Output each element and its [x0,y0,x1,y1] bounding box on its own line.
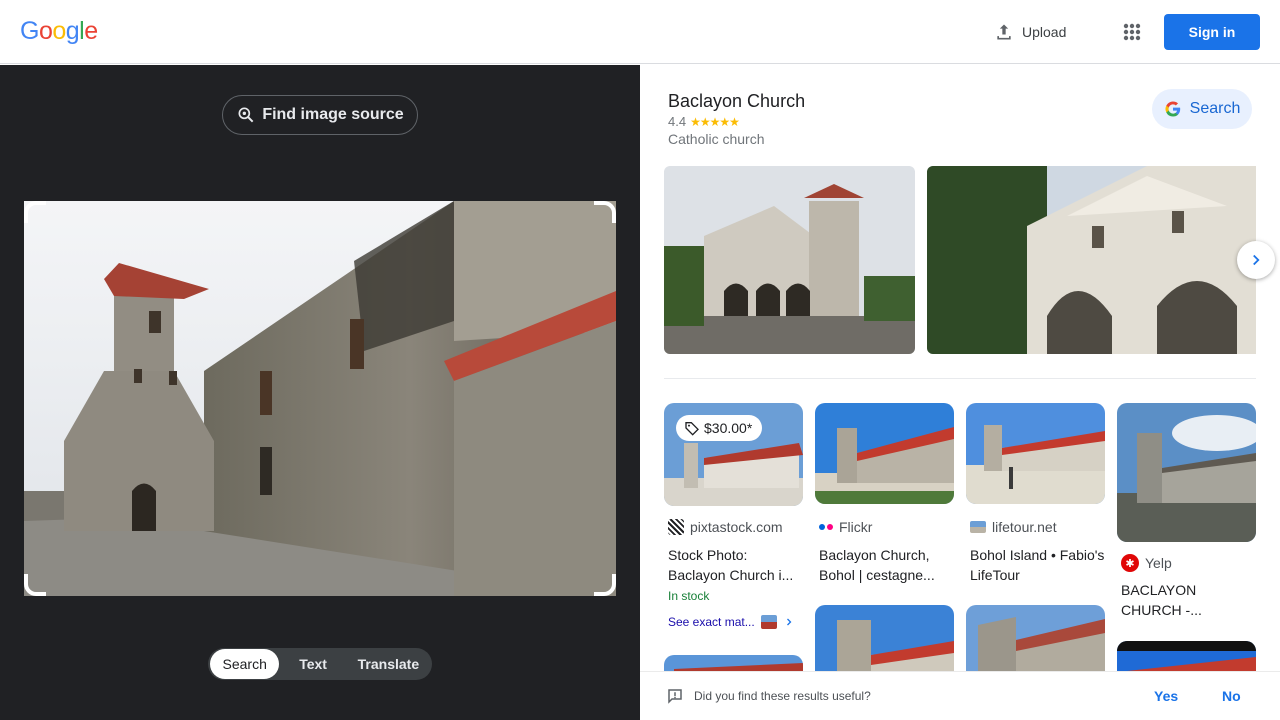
chevron-right-icon [786,618,792,626]
logo-letter: g [65,17,80,45]
logo-letter: o [52,17,66,45]
upload-button[interactable]: Upload [994,20,1066,44]
top-bar: Google Upload Sign in [0,0,1280,64]
tag-icon [685,422,699,436]
lifetour-favicon-icon [970,521,986,533]
result-source-label: lifetour.net [992,519,1057,535]
exact-match-label: See exact mat... [668,615,755,629]
crop-handle-top-right[interactable] [594,201,616,223]
google-search-label: Search [1189,100,1241,117]
crop-handle-top-left[interactable] [24,201,46,223]
entity-image[interactable] [927,166,1256,354]
yelp-favicon-icon: ✱ [1121,554,1139,572]
result-source-label: Yelp [1145,555,1172,571]
result-thumbnail[interactable] [966,403,1105,504]
query-image[interactable] [24,201,616,596]
logo-letter: e [84,17,98,45]
result-thumbnail[interactable] [1117,403,1256,542]
chevron-right-icon [1253,254,1260,266]
result-card[interactable]: lifetour.net Bohol Island • Fabio's Life… [966,403,1105,603]
exact-match-thumbnail-icon [760,615,777,629]
google-g-icon [1165,101,1180,117]
result-thumbnail[interactable]: $30.00* [664,403,803,506]
result-source[interactable]: Flickr [819,519,872,535]
next-images-button[interactable] [1237,241,1275,279]
feedback-icon [668,689,682,704]
result-card[interactable]: $30.00* pixtastock.com Stock Photo: Bacl… [664,403,803,633]
mode-switcher: Search Text Translate [208,648,432,680]
pixtastock-favicon-icon [668,519,684,535]
result-card[interactable]: Flickr Baclayon Church, Bohol | cestagne… [815,403,954,603]
query-image-panel: Find image source Search Text Translate [0,65,640,720]
crop-handle-bottom-left[interactable] [24,574,46,596]
see-exact-matches-link[interactable]: See exact mat... [668,615,795,629]
entity-subtitle: Catholic church [668,131,765,147]
tab-search[interactable]: Search [210,649,280,679]
feedback-no-button[interactable]: No [1222,688,1241,704]
flickr-favicon-icon [819,524,833,530]
entity-rating: 4.4 ★★★★★ [668,114,740,129]
sign-in-button[interactable]: Sign in [1164,14,1260,50]
result-thumbnail[interactable] [815,403,954,504]
result-title[interactable]: Stock Photo: Baclayon Church i... [668,545,803,585]
result-title[interactable]: Baclayon Church, Bohol | cestagne... [819,545,954,585]
price-value: $30.00* [704,420,753,436]
upload-icon [997,24,1011,40]
result-title[interactable]: BACLAYON CHURCH -... [1121,580,1256,620]
divider [664,378,1256,379]
find-image-source-label: Find image source [262,106,404,123]
result-source[interactable]: pixtastock.com [668,519,783,535]
lens-search-icon [238,107,254,123]
tab-translate[interactable]: Translate [347,649,430,679]
result-source[interactable]: lifetour.net [970,519,1057,535]
feedback-question: Did you find these results useful? [694,689,871,703]
result-source-label: pixtastock.com [690,519,783,535]
result-source-label: Flickr [839,519,873,535]
google-logo[interactable]: Google [20,17,98,46]
find-image-source-button[interactable]: Find image source [222,95,418,135]
star-rating-icon: ★★★★★ [690,114,740,129]
apps-icon[interactable] [1118,18,1146,46]
stock-status: In stock [668,589,710,603]
feedback-bar: Did you find these results useful? Yes N… [640,671,1280,720]
logo-letter: o [38,17,53,45]
result-source[interactable]: ✱ Yelp [1121,554,1172,572]
result-title[interactable]: Bohol Island • Fabio's LifeTour [970,545,1105,585]
entity-title[interactable]: Baclayon Church [668,91,805,112]
upload-label: Upload [1022,24,1067,40]
entity-image[interactable] [664,166,915,354]
result-card[interactable]: ✱ Yelp BACLAYON CHURCH -... [1117,403,1256,623]
rating-value: 4.4 [668,114,687,129]
logo-letter: G [20,17,39,45]
results-panel: Baclayon Church 4.4 ★★★★★ Catholic churc… [640,65,1280,720]
google-search-button[interactable]: Search [1152,89,1252,129]
feedback-yes-button[interactable]: Yes [1154,688,1178,704]
tab-text[interactable]: Text [279,649,346,679]
price-badge: $30.00* [676,415,763,441]
